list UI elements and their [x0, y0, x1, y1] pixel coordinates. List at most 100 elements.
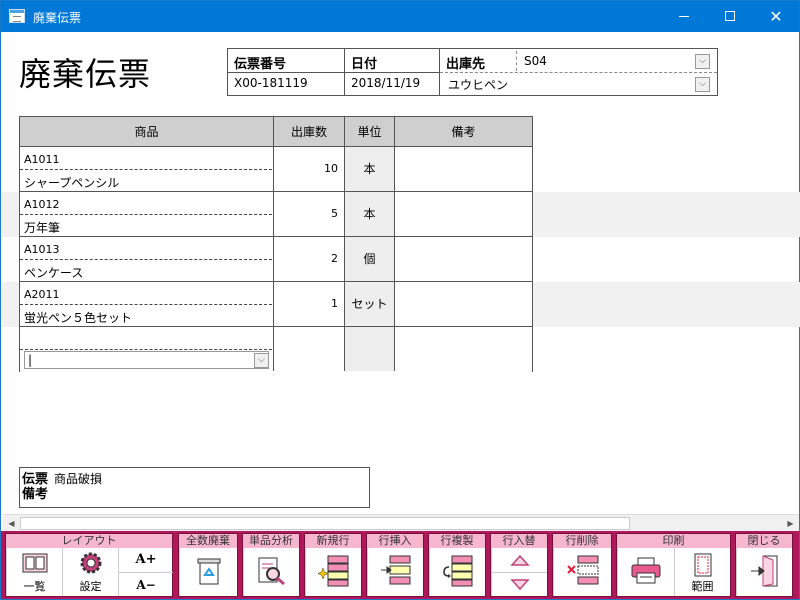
unit-cell [345, 327, 395, 371]
list-icon [22, 553, 48, 573]
font-down-icon: A− [136, 578, 156, 592]
layout-group-title: レイアウト [6, 534, 172, 548]
bottom-toolbar: レイアウト 一覧 設定 A+ A− 全数廃棄 単品分析 新規行 行挿入 行複製 … [1, 531, 799, 599]
close-group: 閉じる [735, 533, 793, 597]
analysis-group: 単品分析 [242, 533, 300, 597]
maximize-button[interactable] [707, 1, 753, 32]
close-title: 閉じる [736, 534, 792, 548]
destination-code-dropdown[interactable]: ⌵ [695, 54, 710, 69]
product-dropdown[interactable]: ⌵ [254, 353, 269, 368]
horizontal-scrollbar[interactable]: ◀ ▶ [3, 514, 799, 531]
new-row[interactable]: | ⌵ [20, 327, 532, 372]
move-row-down-button[interactable] [491, 572, 547, 596]
note-cell[interactable] [395, 282, 532, 326]
table-row[interactable]: A1013 ペンケース 2 個 [20, 237, 532, 282]
list-button-label: 一覧 [23, 580, 46, 593]
col-header-unit[interactable]: 単位 [345, 117, 395, 147]
note-cell[interactable] [395, 327, 532, 371]
font-down-button[interactable]: A− [118, 572, 173, 596]
table-row[interactable]: A2011 蛍光ペン５色セット 1 セット [20, 282, 532, 327]
insert-row-icon [381, 555, 411, 585]
settings-button-label: 設定 [79, 580, 102, 593]
qty-cell[interactable]: 1 [274, 282, 345, 326]
recycle-bin-icon [197, 558, 221, 585]
col-header-product[interactable]: 商品 [20, 117, 274, 147]
copy-row-button[interactable] [429, 548, 485, 596]
date-value[interactable]: 2018/11/19 [351, 76, 420, 90]
chevron-down-icon: ⌵ [699, 56, 706, 66]
destination-code[interactable]: S04 [524, 54, 547, 68]
product-cell[interactable]: A1012 万年筆 [20, 192, 274, 236]
remarks-text[interactable]: 商品破損 [54, 470, 102, 487]
qty-cell[interactable]: 5 [274, 192, 345, 236]
destination-name-dropdown[interactable]: ⌵ [695, 77, 710, 92]
chevron-down-icon: ⌵ [258, 355, 265, 365]
product-code: A1011 [24, 153, 60, 166]
delete-row-title: 行削除 [553, 534, 611, 548]
list-button[interactable]: 一覧 [6, 548, 62, 596]
items-grid: 商品 出庫数 単位 備考 A1011 シャープペンシル 10 本 A1012 万… [19, 116, 533, 372]
destination-label: 出庫先 [446, 57, 486, 72]
slip-no-label: 伝票番号 [234, 57, 287, 72]
copy-row-icon [443, 555, 473, 587]
analysis-title: 単品分析 [243, 534, 299, 548]
layout-group: レイアウト 一覧 設定 A+ A− [5, 533, 173, 597]
qty-cell[interactable] [274, 327, 345, 371]
table-row[interactable]: A1012 万年筆 5 本 [20, 192, 532, 237]
close-button[interactable] [736, 548, 792, 596]
triangle-down-icon [510, 579, 530, 591]
slip-header: 伝票番号 X00-181119 日付 2018/11/19 出庫先 S04 ⌵ … [227, 48, 718, 96]
exit-door-icon [751, 555, 778, 587]
delete-row-group: 行削除 [552, 533, 612, 597]
close-icon: ✕ [769, 7, 783, 26]
qty-cell[interactable]: 2 [274, 237, 345, 281]
product-cell[interactable]: A1011 シャープペンシル [20, 147, 274, 191]
font-up-button[interactable]: A+ [118, 548, 173, 572]
scroll-right-icon[interactable]: ▶ [782, 515, 799, 532]
note-cell[interactable] [395, 147, 532, 191]
slip-remarks[interactable]: 伝票備考 商品破損 [19, 467, 370, 508]
slip-no-cell: 伝票番号 X00-181119 [228, 49, 345, 95]
product-cell[interactable]: | ⌵ [20, 327, 274, 371]
qty-cell[interactable]: 10 [274, 147, 345, 191]
print-button[interactable] [617, 548, 674, 596]
discard-all-button[interactable] [179, 548, 237, 596]
delete-row-button[interactable] [553, 548, 611, 596]
settings-button[interactable]: 設定 [62, 548, 118, 596]
scrollbar-thumb[interactable] [20, 517, 630, 530]
product-code: A2011 [24, 288, 60, 301]
col-header-note[interactable]: 備考 [395, 117, 532, 147]
destination-name[interactable]: ユウヒペン [448, 76, 508, 93]
col-header-qty[interactable]: 出庫数 [274, 117, 345, 147]
text-cursor: | [28, 353, 33, 367]
delete-row-icon [567, 555, 599, 585]
analysis-button[interactable] [243, 548, 299, 596]
discard-all-title: 全数廃棄 [179, 534, 237, 548]
scroll-left-icon[interactable]: ◀ [3, 515, 20, 532]
print-range-button[interactable]: 範囲 [674, 548, 730, 596]
minimize-button[interactable] [661, 1, 707, 32]
new-row-group: 新規行 [304, 533, 362, 597]
gear-icon [80, 552, 102, 574]
product-cell[interactable]: A1013 ペンケース [20, 237, 274, 281]
page-title: 廃棄伝票 [19, 55, 152, 93]
table-row[interactable]: A1011 シャープペンシル 10 本 [20, 147, 532, 192]
new-row-button[interactable] [305, 548, 361, 596]
insert-row-button[interactable] [367, 548, 423, 596]
insert-row-title: 行挿入 [367, 534, 423, 548]
product-code: A1012 [24, 198, 60, 211]
product-combo-input[interactable]: | ⌵ [24, 351, 269, 369]
date-cell: 日付 2018/11/19 [345, 49, 440, 95]
print-group: 印刷 範囲 [616, 533, 731, 597]
slip-no-value[interactable]: X00-181119 [234, 76, 308, 90]
remarks-label: 伝票備考 [22, 472, 49, 502]
app-icon [9, 9, 25, 23]
product-cell[interactable]: A2011 蛍光ペン５色セット [20, 282, 274, 326]
print-title: 印刷 [617, 534, 730, 548]
note-cell[interactable] [395, 192, 532, 236]
product-name: 蛍光ペン５色セット [24, 311, 133, 325]
move-row-up-button[interactable] [491, 548, 547, 572]
close-window-button[interactable]: ✕ [753, 1, 799, 32]
new-row-title: 新規行 [305, 534, 361, 548]
note-cell[interactable] [395, 237, 532, 281]
